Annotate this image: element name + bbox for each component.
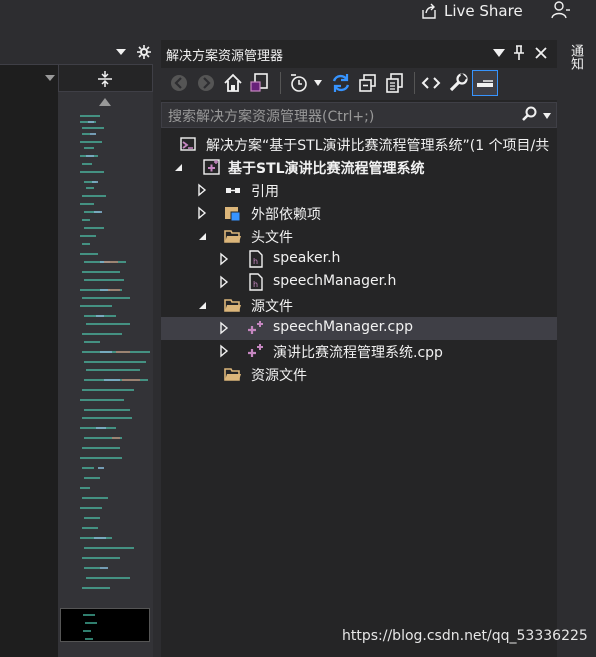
gear-icon[interactable] — [137, 45, 151, 59]
toolbar-separator — [280, 72, 281, 94]
chevron-down-icon[interactable] — [543, 113, 551, 119]
chevron-down-icon[interactable] — [314, 80, 322, 86]
external-dependencies-icon — [225, 207, 241, 222]
minimap-code-preview — [80, 115, 150, 589]
tree-item-label: 头文件 — [251, 230, 293, 246]
live-share-label: Live Share — [444, 2, 523, 20]
code-view-icon[interactable] — [420, 72, 442, 94]
cpp-file-icon — [248, 344, 263, 357]
tree-item-source-files[interactable]: 源文件 — [161, 294, 557, 317]
expanded-arrow-icon[interactable] — [173, 160, 183, 174]
collapsed-arrow-icon[interactable] — [197, 206, 207, 220]
header-file-icon: h — [249, 250, 263, 268]
preview-selected-items-button[interactable] — [472, 70, 498, 96]
code-editor[interactable] — [0, 90, 58, 657]
collapsed-arrow-icon[interactable] — [219, 344, 229, 358]
expanded-arrow-icon[interactable] — [197, 298, 207, 312]
tree-item-speaker-h[interactable]: h speaker.h — [161, 248, 557, 271]
tree-item-solution[interactable]: 解决方案“基于STL演讲比赛流程管理系统”(1 个项目/共 — [161, 133, 557, 156]
minimap-viewport-preview — [83, 614, 97, 640]
collapse-all-icon[interactable] — [357, 72, 379, 94]
share-icon — [422, 3, 436, 19]
tree-item-label: 源文件 — [251, 299, 293, 315]
split-window-icon[interactable] — [96, 70, 114, 88]
cpp-file-icon — [248, 321, 263, 334]
notifications-strip — [557, 40, 596, 657]
tree-item-resource-files[interactable]: 资源文件 — [161, 363, 557, 386]
search-input[interactable]: 搜索解决方案资源管理器(Ctrl+;) — [168, 106, 374, 126]
tree-item-label: 基于STL演讲比赛流程管理系统 — [228, 161, 425, 177]
tree-item-label: speechManager.h — [273, 273, 397, 289]
close-icon[interactable] — [534, 46, 548, 60]
tree-item-label: 解决方案“基于STL演讲比赛流程管理系统”(1 个项目/共 — [206, 138, 550, 154]
switch-views-icon[interactable] — [249, 72, 271, 94]
show-all-files-icon[interactable] — [384, 72, 406, 94]
person-icon[interactable] — [550, 0, 572, 20]
svg-text:h: h — [253, 257, 258, 266]
pending-changes-filter-icon[interactable] — [288, 72, 310, 94]
tree-item-label: 演讲比赛流程管理系统.cpp — [273, 345, 443, 361]
tree-item-label: 外部依赖项 — [251, 207, 321, 223]
references-icon — [226, 188, 240, 193]
collapsed-arrow-icon[interactable] — [219, 321, 229, 335]
tree-item-label: 资源文件 — [251, 368, 307, 384]
collapsed-arrow-icon[interactable] — [197, 183, 207, 197]
live-share-button[interactable]: Live Share — [420, 0, 523, 22]
tree-item-project[interactable]: 基于STL演讲比赛流程管理系统 — [161, 156, 557, 179]
tree-item-speechmanager-h[interactable]: h speechManager.h — [161, 271, 557, 294]
folder-open-icon — [224, 230, 241, 243]
dropdown-arrow-icon[interactable] — [115, 47, 127, 57]
home-icon[interactable] — [222, 72, 244, 94]
watermark-text: https://blog.csdn.net/qq_53336225 — [342, 628, 588, 644]
panel-title: 解决方案资源管理器 — [166, 49, 284, 64]
search-icon[interactable] — [522, 106, 538, 122]
properties-wrench-icon[interactable] — [447, 72, 469, 94]
tree-item-main-cpp[interactable]: 演讲比赛流程管理系统.cpp — [161, 340, 557, 363]
pane-splitter[interactable] — [153, 40, 161, 657]
collapsed-arrow-icon[interactable] — [219, 252, 229, 266]
expanded-arrow-icon[interactable] — [197, 229, 207, 243]
cpp-project-icon — [203, 159, 220, 175]
tree-item-speechmanager-cpp[interactable]: speechManager.cpp — [161, 317, 557, 340]
tree-item-header-files[interactable]: 头文件 — [161, 225, 557, 248]
svg-text:h: h — [253, 280, 258, 289]
minimap-viewport[interactable] — [60, 608, 150, 642]
tree-item-references[interactable]: 引用 — [161, 179, 557, 202]
header-file-icon: h — [249, 273, 263, 291]
dropdown-arrow-icon[interactable] — [493, 49, 505, 57]
preview-icon — [477, 80, 493, 87]
refresh-icon[interactable] — [330, 72, 352, 94]
collapsed-arrow-icon[interactable] — [219, 275, 229, 289]
chevron-down-icon[interactable] — [45, 75, 55, 81]
editor-header — [0, 42, 160, 64]
tree-item-label: speechManager.cpp — [273, 319, 413, 335]
scroll-up-icon[interactable] — [99, 98, 111, 106]
solution-icon — [180, 137, 196, 151]
folder-open-icon — [224, 368, 241, 381]
tree-item-external-dependencies[interactable]: 外部依赖项 — [161, 202, 557, 225]
notifications-tab[interactable]: 通知 — [566, 44, 585, 70]
back-icon[interactable] — [168, 72, 190, 94]
tree-item-label: 引用 — [251, 184, 279, 200]
tree-item-label: speaker.h — [273, 250, 341, 266]
folder-open-icon — [224, 299, 241, 312]
pin-icon[interactable] — [512, 45, 526, 61]
toolbar-separator — [414, 72, 415, 94]
forward-icon[interactable] — [195, 72, 217, 94]
